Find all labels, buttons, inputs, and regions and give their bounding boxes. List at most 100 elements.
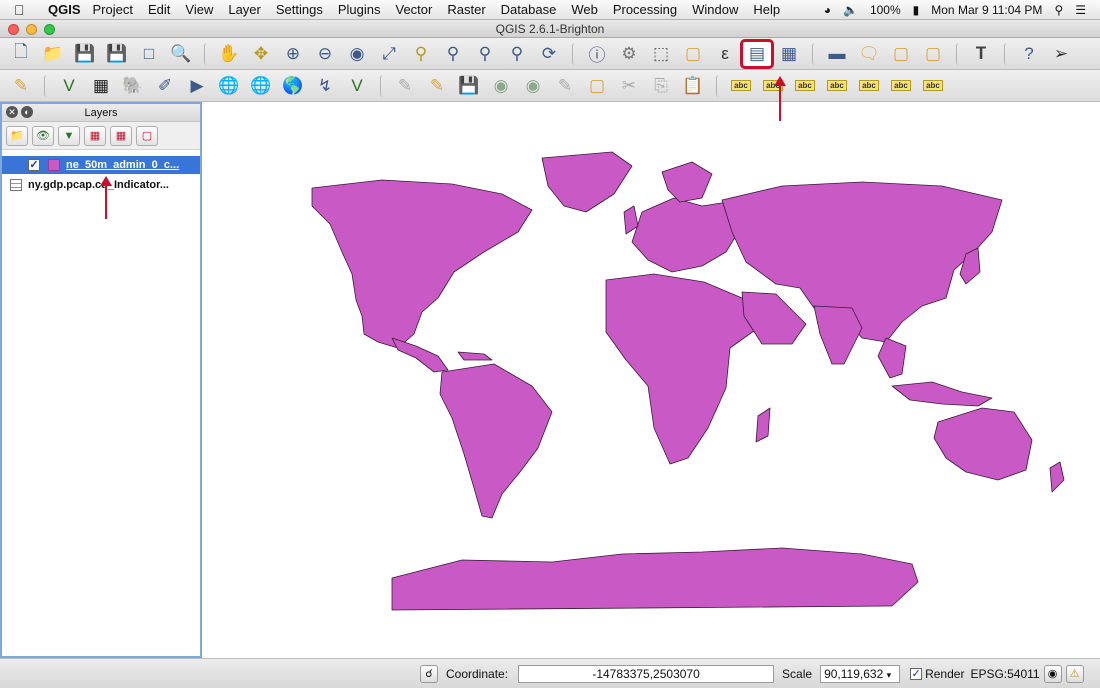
refresh-icon[interactable]: ⟳ bbox=[534, 41, 564, 67]
new-print-composer-icon[interactable]: □ bbox=[134, 41, 164, 67]
spotlight-search-icon[interactable]: ⚲ bbox=[1054, 3, 1063, 17]
add-raster-layer-icon[interactable]: ▦ bbox=[86, 73, 116, 99]
paste-features-icon[interactable]: 📋 bbox=[678, 73, 708, 99]
map-canvas[interactable] bbox=[202, 102, 1100, 658]
menu-web[interactable]: Web bbox=[571, 2, 598, 17]
add-delimited-text-layer-icon[interactable]: ↯ bbox=[310, 73, 340, 99]
apple-menu-icon[interactable]:  bbox=[14, 2, 34, 18]
coordinate-field[interactable]: -14783375,2503070 bbox=[518, 664, 775, 683]
menu-plugins[interactable]: Plugins bbox=[338, 2, 381, 17]
expand-all-icon[interactable]: ▦ bbox=[84, 125, 106, 146]
menu-view[interactable]: View bbox=[185, 2, 213, 17]
crs-settings-icon[interactable]: ◉ bbox=[1043, 664, 1062, 683]
add-feature-icon[interactable]: ◉ bbox=[486, 73, 516, 99]
menu-help[interactable]: Help bbox=[753, 2, 780, 17]
help-contents-icon[interactable]: ? bbox=[1014, 41, 1044, 67]
menu-window[interactable]: Window bbox=[692, 2, 738, 17]
pan-to-selection-icon[interactable]: ✥ bbox=[246, 41, 276, 67]
add-group-icon[interactable]: 📁 bbox=[6, 125, 28, 146]
identify-features-icon[interactable]: ⓘ bbox=[582, 41, 612, 67]
save-as-icon[interactable]: 💾 bbox=[102, 41, 132, 67]
add-wfs-layer-icon[interactable]: 🌎 bbox=[278, 73, 308, 99]
menu-vector[interactable]: Vector bbox=[396, 2, 433, 17]
zoom-to-layer-icon[interactable]: ⚲ bbox=[438, 41, 468, 67]
pan-map-icon[interactable]: ✋ bbox=[214, 41, 244, 67]
zoom-full-icon[interactable]: ⤢ bbox=[374, 41, 404, 67]
collapse-all-icon[interactable]: ▦ bbox=[110, 125, 132, 146]
rotate-label-icon[interactable]: abc bbox=[886, 73, 916, 99]
show-bookmarks-icon[interactable]: ▢ bbox=[918, 41, 948, 67]
add-wms-layer-icon[interactable]: 🌐 bbox=[214, 73, 244, 99]
scale-combobox[interactable]: 90,119,632 ▾ bbox=[820, 664, 901, 683]
save-layer-edits-icon[interactable]: 💾 bbox=[454, 73, 484, 99]
change-label-icon[interactable]: abc bbox=[918, 73, 948, 99]
menu-project[interactable]: Project bbox=[93, 2, 133, 17]
node-tool-icon[interactable]: ✎ bbox=[550, 73, 580, 99]
select-features-icon[interactable]: ⬚ bbox=[646, 41, 676, 67]
zoom-last-icon[interactable]: ⚲ bbox=[470, 41, 500, 67]
cut-features-icon[interactable]: ✂ bbox=[614, 73, 644, 99]
add-vector-layer-icon[interactable]: V bbox=[54, 73, 84, 99]
deselect-features-icon[interactable]: ▢ bbox=[678, 41, 708, 67]
new-shapefile-layer-icon[interactable]: V bbox=[342, 73, 372, 99]
current-edits-icon[interactable]: ✎ bbox=[390, 73, 420, 99]
manage-visibility-icon[interactable]: 👁 bbox=[32, 125, 54, 146]
messages-warning-icon[interactable]: ⚠ bbox=[1065, 664, 1084, 683]
layer-item-ne-50m-admin[interactable]: ✓ ne_50m_admin_0_c... bbox=[2, 156, 200, 174]
add-mssql-layer-icon[interactable]: ▶ bbox=[182, 73, 212, 99]
close-window-button[interactable] bbox=[8, 24, 19, 35]
select-by-expression-icon[interactable]: ε bbox=[710, 41, 740, 67]
minimize-window-button[interactable] bbox=[26, 24, 37, 35]
volume-icon[interactable]: 🔈 bbox=[843, 3, 858, 17]
float-panel-icon[interactable]: ◐ bbox=[21, 106, 33, 118]
add-wcs-layer-icon[interactable]: 🌐 bbox=[246, 73, 276, 99]
save-project-icon[interactable]: 💾 bbox=[70, 41, 100, 67]
menu-edit[interactable]: Edit bbox=[148, 2, 170, 17]
text-annotation-icon[interactable]: 𝐓 bbox=[966, 41, 996, 67]
menu-settings[interactable]: Settings bbox=[276, 2, 323, 17]
zoom-out-icon[interactable]: ⊖ bbox=[310, 41, 340, 67]
move-feature-icon[interactable]: ◉ bbox=[518, 73, 548, 99]
whats-this-icon[interactable]: ➢ bbox=[1046, 41, 1076, 67]
add-spatialite-layer-icon[interactable]: ✐ bbox=[150, 73, 180, 99]
chevron-down-icon[interactable]: ▾ bbox=[887, 670, 892, 680]
menu-processing[interactable]: Processing bbox=[613, 2, 677, 17]
wifi-icon[interactable]: ◕ bbox=[824, 3, 831, 17]
toggle-editing-icon[interactable]: ✎ bbox=[6, 73, 36, 99]
app-menu[interactable]: QGIS bbox=[48, 2, 81, 17]
close-panel-icon[interactable]: ✕ bbox=[6, 106, 18, 118]
measure-line-icon[interactable]: ▬ bbox=[822, 41, 852, 67]
toggle-extents-icon[interactable]: ☌ bbox=[420, 664, 438, 683]
toggle-edit-icon[interactable]: ✎ bbox=[422, 73, 452, 99]
run-feature-action-icon[interactable]: ⚙ bbox=[614, 41, 644, 67]
open-project-icon[interactable]: 📁 bbox=[38, 41, 68, 67]
zoom-native-resolution-icon[interactable]: ◉ bbox=[342, 41, 372, 67]
show-hide-labels-icon[interactable]: abc bbox=[822, 73, 852, 99]
crs-status[interactable]: EPSG:54011 bbox=[970, 667, 1039, 681]
zoom-in-icon[interactable]: ⊕ bbox=[278, 41, 308, 67]
layer-labeling-icon[interactable]: abc bbox=[726, 73, 756, 99]
delete-selected-icon[interactable]: ▢ bbox=[582, 73, 612, 99]
map-tips-icon[interactable]: 🗨 bbox=[854, 41, 884, 67]
menu-raster[interactable]: Raster bbox=[447, 2, 485, 17]
battery-icon[interactable]: ▮ bbox=[913, 3, 920, 17]
clock[interactable]: Mon Mar 9 11:04 PM bbox=[931, 3, 1042, 17]
remove-layer-icon[interactable]: ▢ bbox=[136, 125, 158, 146]
open-attribute-table-icon[interactable]: ▤ bbox=[740, 38, 774, 69]
pin-labels-icon[interactable]: abc bbox=[790, 73, 820, 99]
notification-center-icon[interactable]: ☰ bbox=[1075, 3, 1086, 17]
add-postgis-layer-icon[interactable]: 🐘 bbox=[118, 73, 148, 99]
new-project-icon[interactable]: 🗋 bbox=[6, 41, 36, 67]
new-bookmark-icon[interactable]: ▢ bbox=[886, 41, 916, 67]
render-checkbox[interactable]: ✓ bbox=[910, 667, 923, 680]
statistical-summary-icon[interactable]: ▦ bbox=[774, 41, 804, 67]
zoom-window-button[interactable] bbox=[44, 24, 55, 35]
composer-manager-icon[interactable]: 🔍 bbox=[166, 41, 196, 67]
move-label-icon[interactable]: abc bbox=[854, 73, 884, 99]
copy-features-icon[interactable]: ⎘ bbox=[646, 73, 676, 99]
zoom-next-icon[interactable]: ⚲ bbox=[502, 41, 532, 67]
menu-database[interactable]: Database bbox=[501, 2, 557, 17]
filter-legend-icon[interactable]: ▼ bbox=[58, 125, 80, 146]
zoom-to-selection-icon[interactable]: ⚲ bbox=[406, 41, 436, 67]
layer-visibility-checkbox[interactable]: ✓ bbox=[28, 159, 40, 171]
